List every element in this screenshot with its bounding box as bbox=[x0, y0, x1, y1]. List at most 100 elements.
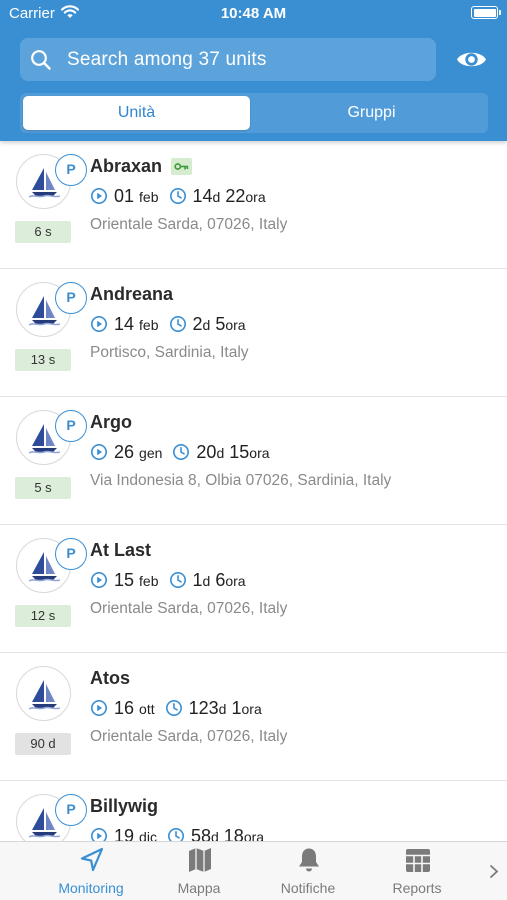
clock-icon bbox=[172, 443, 190, 466]
tab-mappa[interactable]: Mappa bbox=[144, 842, 254, 900]
unit-times: 19 dic 58d 18ora bbox=[90, 826, 264, 841]
date-month: feb bbox=[139, 317, 159, 333]
tab-monitoring[interactable]: Monitoring bbox=[36, 842, 146, 900]
duration-hours: 18 bbox=[223, 826, 244, 841]
tab-monitoring-label: Monitoring bbox=[58, 880, 124, 896]
play-circle-icon bbox=[90, 699, 108, 722]
unit-times: 14 feb 2d 5ora bbox=[90, 314, 246, 336]
last-update-age: 5 s bbox=[15, 477, 71, 499]
unit-name: Atos bbox=[90, 668, 130, 688]
bell-icon bbox=[296, 846, 322, 879]
duration-days-unit: d bbox=[218, 701, 227, 717]
duration-hours-unit: ora bbox=[225, 573, 246, 589]
date-month: ott bbox=[139, 701, 155, 717]
unit-address: Portisco, Sardinia, Italy bbox=[90, 344, 249, 361]
parking-badge: P bbox=[55, 282, 87, 314]
tab-mappa-label: Mappa bbox=[177, 880, 221, 896]
duration-days-unit: d bbox=[212, 189, 221, 205]
duration-days: 20 bbox=[196, 442, 217, 462]
unit-name: Argo bbox=[90, 412, 132, 432]
unit-address: Orientale Sarda, 07026, Italy bbox=[90, 600, 288, 617]
tab-reports[interactable]: Reports bbox=[362, 842, 472, 900]
tab-notifiche-label: Notifiche bbox=[280, 880, 336, 896]
duration-hours-unit: ora bbox=[249, 445, 270, 461]
play-circle-icon bbox=[90, 571, 108, 594]
tab-bar: Monitoring Mappa Notifiche Reports bbox=[0, 841, 507, 900]
duration-hours: 22 bbox=[225, 186, 246, 206]
unit-row[interactable]: P 6 s Abraxan 01 feb 14d 22ora Orientale … bbox=[0, 141, 507, 269]
clock-icon bbox=[169, 315, 187, 338]
avatar bbox=[16, 666, 71, 721]
date-day: 19 bbox=[114, 826, 135, 841]
duration-days: 58 bbox=[190, 826, 211, 841]
app-header: Carrier 10:48 AM Search among 37 units U… bbox=[0, 0, 507, 141]
unit-name: Abraxan bbox=[90, 156, 163, 176]
date-day: 01 bbox=[114, 186, 135, 206]
duration-hours-unit: ora bbox=[225, 317, 246, 333]
battery-icon bbox=[471, 6, 501, 19]
clock-icon bbox=[169, 187, 187, 210]
unit-row[interactable]: P 5 s Argo 26 gen 20d 15ora Via Indonesia… bbox=[0, 397, 507, 525]
duration-days: 1 bbox=[192, 570, 203, 590]
parking-badge: P bbox=[55, 154, 87, 186]
search-input[interactable]: Search among 37 units bbox=[67, 49, 267, 71]
chevron-right-icon[interactable] bbox=[489, 864, 499, 884]
date-day: 26 bbox=[114, 442, 135, 462]
unit-list: P 6 s Abraxan 01 feb 14d 22ora Orientale … bbox=[0, 141, 507, 841]
unit-address: Orientale Sarda, 07026, Italy bbox=[90, 728, 288, 745]
tab-reports-label: Reports bbox=[392, 880, 442, 896]
duration-hours: 1 bbox=[231, 698, 242, 718]
tab-groups[interactable]: Gruppi bbox=[258, 96, 485, 130]
key-icon bbox=[171, 158, 192, 175]
unit-name: Billywig bbox=[90, 796, 159, 816]
play-circle-icon bbox=[90, 827, 108, 841]
clock-icon bbox=[167, 827, 185, 841]
duration-days-unit: d bbox=[210, 829, 219, 841]
parking-badge: P bbox=[55, 410, 87, 442]
search-icon bbox=[30, 49, 52, 76]
date-day: 16 bbox=[114, 698, 135, 718]
parking-badge: P bbox=[55, 794, 87, 826]
duration-hours-unit: ora bbox=[243, 829, 265, 841]
unit-row[interactable]: P Billywig 19 dic 58d 18ora bbox=[0, 781, 507, 841]
unit-row[interactable]: P 13 s Andreana 14 feb 2d 5ora Portisco, … bbox=[0, 269, 507, 397]
tab-units[interactable]: Unità bbox=[23, 96, 250, 130]
parking-badge: P bbox=[55, 538, 87, 570]
duration-hours: 5 bbox=[215, 314, 226, 334]
clock-icon bbox=[169, 571, 187, 594]
unit-name: Andreana bbox=[90, 284, 174, 304]
status-time: 10:48 AM bbox=[220, 5, 287, 22]
last-update-age: 12 s bbox=[15, 605, 71, 627]
play-circle-icon bbox=[90, 443, 108, 466]
duration-hours: 15 bbox=[229, 442, 250, 462]
reports-table-icon bbox=[405, 846, 431, 879]
date-month: feb bbox=[139, 573, 159, 589]
search-bar[interactable]: Search among 37 units bbox=[20, 38, 436, 81]
duration-days-unit: d bbox=[216, 445, 225, 461]
unit-times: 16 ott 123d 1ora bbox=[90, 698, 262, 720]
last-update-age: 13 s bbox=[15, 349, 71, 371]
tab-notifiche[interactable]: Notifiche bbox=[253, 842, 363, 900]
date-month: feb bbox=[139, 189, 159, 205]
play-circle-icon bbox=[90, 315, 108, 338]
date-day: 14 bbox=[114, 314, 135, 334]
unit-times: 15 feb 1d 6ora bbox=[90, 570, 246, 592]
clock-icon bbox=[165, 699, 183, 722]
map-icon bbox=[187, 846, 213, 879]
duration-hours: 6 bbox=[215, 570, 226, 590]
duration-days: 14 bbox=[192, 186, 213, 206]
unit-times: 26 gen 20d 15ora bbox=[90, 442, 270, 464]
last-update-age: 90 d bbox=[15, 733, 71, 755]
duration-hours-unit: ora bbox=[241, 701, 262, 717]
duration-hours-unit: ora bbox=[245, 189, 266, 205]
eye-icon[interactable] bbox=[455, 44, 488, 80]
unit-row[interactable]: P 12 s At Last 15 feb 1d 6ora Orientale S… bbox=[0, 525, 507, 653]
last-update-age: 6 s bbox=[15, 221, 71, 243]
navigation-arrow-icon bbox=[79, 846, 105, 879]
unit-address: Via Indonesia 8, Olbia 07026, Sardinia, … bbox=[90, 472, 392, 489]
segmented-control: Unità Gruppi bbox=[20, 93, 488, 133]
unit-row[interactable]: 90 d Atos 16 ott 123d 1ora Orientale Sard… bbox=[0, 653, 507, 781]
date-day: 15 bbox=[114, 570, 135, 590]
date-month: dic bbox=[139, 829, 157, 841]
date-month: gen bbox=[139, 445, 163, 461]
